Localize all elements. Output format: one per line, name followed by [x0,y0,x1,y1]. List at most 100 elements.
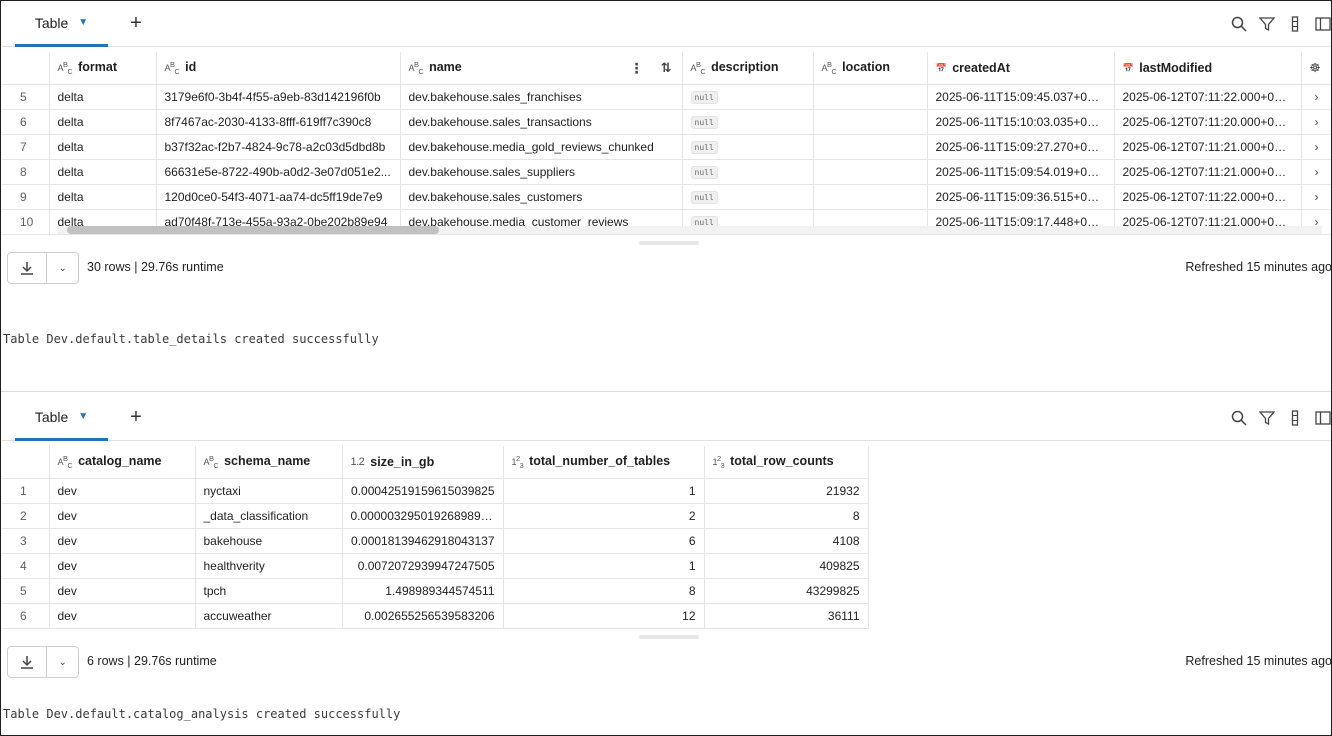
sidebar-icon[interactable] [1314,409,1331,427]
cell-total_row_counts[interactable]: 4108 [704,528,869,554]
cell-total_row_counts[interactable]: 43299825 [704,578,869,604]
cell-id[interactable]: 8f7467ac-2030-4133-8fff-619ff7c390c8 [156,109,401,135]
cell-format[interactable]: delta [49,109,157,135]
cell-description[interactable]: null [682,84,814,110]
cell-name[interactable]: dev.bakehouse.sales_customers [400,184,683,210]
scrollbar-thumb[interactable] [67,226,439,234]
header-location[interactable]: ABC location [813,52,928,85]
cell-format[interactable]: delta [49,134,157,160]
cell-location[interactable] [813,184,928,210]
cell-total_number_of_tables[interactable]: 8 [503,578,705,604]
cell-createdAt[interactable]: 2025-06-11T15:09:27.270+00:... [927,134,1115,160]
cell-catalog_name[interactable]: dev [49,578,196,604]
cell-id[interactable]: 66631e5e-8722-490b-a0d2-3e07d051e2... [156,159,401,185]
filter-icon[interactable] [1258,15,1276,33]
table-row[interactable]: 3 dev bakehouse 0.00018139462918043137 6 4108 [2,528,869,554]
cell-catalog_name[interactable]: dev [49,603,196,629]
cell-createdAt[interactable]: 2025-06-11T15:09:36.515+00:... [927,184,1115,210]
cell-description[interactable]: null [682,184,814,210]
cell-name[interactable]: dev.bakehouse.sales_suppliers [400,159,683,185]
cell-total_row_counts[interactable]: 36111 [704,603,869,629]
cell-catalog_name[interactable]: dev [49,553,196,579]
cell-lastModified[interactable]: 2025-06-12T07:11:21.000+00:... [1114,134,1302,160]
header-description[interactable]: ABC description [682,52,814,85]
table-row[interactable]: 5 delta 3179e6f0-3b4f-4f55-a9eb-83d142196f… [2,84,1331,110]
table-row[interactable]: 6 dev accuweather 0.002655256539583206 12 361… [2,603,869,629]
cell-schema_name[interactable]: nyctaxi [195,478,343,504]
row-expand-icon[interactable]: › [1301,184,1331,210]
cell-total_row_counts[interactable]: 8 [704,503,869,529]
cell-total_number_of_tables[interactable]: 1 [503,553,705,579]
cell-schema_name[interactable]: bakehouse [195,528,343,554]
cell-description[interactable]: null [682,109,814,135]
table-row[interactable]: 6 delta 8f7467ac-2030-4133-8fff-619ff7c390… [2,109,1331,135]
cell-total_number_of_tables[interactable]: 6 [503,528,705,554]
download-options-button[interactable]: ⌄ [47,253,78,283]
column-icon[interactable] [1286,15,1304,33]
cell-total_number_of_tables[interactable]: 1 [503,478,705,504]
filter-icon[interactable] [1258,409,1276,427]
cell-id[interactable]: b37f32ac-f2b7-4824-9c78-a2c03d5dbd8b [156,134,401,160]
cell-total_number_of_tables[interactable]: 12 [503,603,705,629]
column-menu-icon[interactable]: ⋮ [630,60,644,77]
cell-size_in_gb[interactable]: 0.0072072939947247505 [342,553,504,579]
cell-format[interactable]: delta [49,184,157,210]
add-visualization-button[interactable]: + [124,405,148,429]
table-row[interactable]: 5 dev tpch 1.498989344574511 8 43299825 [2,578,869,604]
tab-table[interactable]: Table ▼ [15,1,108,47]
chevron-down-icon[interactable]: ▼ [78,17,88,28]
cell-description[interactable]: null [682,134,814,160]
row-expand-icon[interactable]: › [1301,134,1331,160]
cell-name[interactable]: dev.bakehouse.sales_transactions [400,109,683,135]
search-icon[interactable] [1230,15,1248,33]
download-button[interactable] [8,253,48,283]
sidebar-icon[interactable] [1314,15,1331,33]
header-more[interactable]: ☸ [1301,52,1331,85]
row-expand-icon[interactable]: › [1301,109,1331,135]
add-visualization-button[interactable]: + [124,11,148,35]
table-row[interactable]: 2 dev _data_classification 0.00000329501926… [2,503,869,529]
header-total_number_of_tables[interactable]: 123 total_number_of_tables [503,446,705,479]
column-icon[interactable] [1286,409,1304,427]
search-icon[interactable] [1230,409,1248,427]
header-format[interactable]: ABC format [49,52,157,85]
cell-createdAt[interactable]: 2025-06-11T15:10:03.035+00:... [927,109,1115,135]
table-row[interactable]: 7 delta b37f32ac-f2b7-4824-9c78-a2c03d5dbd… [2,134,1331,160]
cell-location[interactable] [813,109,928,135]
row-expand-icon[interactable]: › [1301,159,1331,185]
header-catalog_name[interactable]: ABC catalog_name [49,446,196,479]
cell-id[interactable]: 3179e6f0-3b4f-4f55-a9eb-83d142196f0b [156,84,401,110]
cell-schema_name[interactable]: accuweather [195,603,343,629]
header-name[interactable]: ABC name ⋮ ⇅ [400,52,683,85]
cell-lastModified[interactable]: 2025-06-12T07:11:22.000+00:... [1114,184,1302,210]
cell-location[interactable] [813,84,928,110]
table-row[interactable]: 1 dev nyctaxi 0.00042519159615039825 1 21932 [2,478,869,504]
cell-id[interactable]: 120d0ce0-54f3-4071-aa74-dc5ff19de7e9 [156,184,401,210]
cell-size_in_gb[interactable]: 1.498989344574511 [342,578,504,604]
cell-schema_name[interactable]: healthverity [195,553,343,579]
download-button[interactable] [8,647,48,677]
cell-size_in_gb[interactable]: 0.002655256539583206 [342,603,504,629]
cell-name[interactable]: dev.bakehouse.media_gold_reviews_chunked [400,134,683,160]
download-options-button[interactable]: ⌄ [47,647,78,677]
cell-catalog_name[interactable]: dev [49,528,196,554]
cell-lastModified[interactable]: 2025-06-12T07:11:21.000+00:... [1114,159,1302,185]
cell-catalog_name[interactable]: dev [49,478,196,504]
cell-size_in_gb[interactable]: 0.00042519159615039825 [342,478,504,504]
cell-size_in_gb[interactable]: 0.0000032950192689895... [342,503,504,529]
header-lastModified[interactable]: 📅 lastModified [1114,52,1302,85]
cell-total_row_counts[interactable]: 409825 [704,553,869,579]
cell-createdAt[interactable]: 2025-06-11T15:09:45.037+00:... [927,84,1115,110]
cell-lastModified[interactable]: 2025-06-12T07:11:20.000+00:... [1114,109,1302,135]
cell-name[interactable]: dev.bakehouse.sales_franchises [400,84,683,110]
cell-total_number_of_tables[interactable]: 2 [503,503,705,529]
cell-size_in_gb[interactable]: 0.00018139462918043137 [342,528,504,554]
table-row[interactable]: 4 dev healthverity 0.0072072939947247505 1 40… [2,553,869,579]
cell-description[interactable]: null [682,159,814,185]
table-row[interactable]: 8 delta 66631e5e-8722-490b-a0d2-3e07d051e2… [2,159,1331,185]
header-total_row_counts[interactable]: 123 total_row_counts [704,446,869,479]
chevron-down-icon[interactable]: ▼ [78,411,88,422]
header-createdAt[interactable]: 📅 createdAt [927,52,1115,85]
cell-schema_name[interactable]: tpch [195,578,343,604]
tab-table[interactable]: Table ▼ [15,395,108,441]
